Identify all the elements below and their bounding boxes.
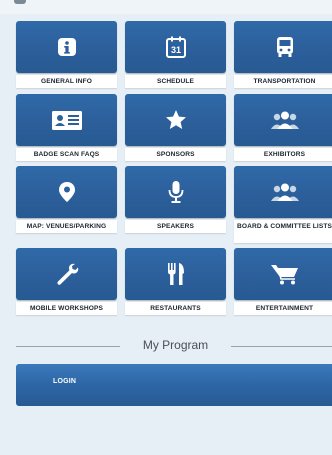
speakers-label: SPEAKERS [125, 220, 226, 233]
exhibitors-tile[interactable]: EXHIBITORS [234, 94, 332, 161]
bus-icon [276, 37, 293, 57]
status-indicator-icon [14, 0, 26, 4]
speakers-button[interactable] [125, 166, 226, 218]
schedule-tile[interactable]: 31 SCHEDULE [125, 21, 226, 88]
entertainment-tile[interactable]: ENTERTAINMENT [234, 248, 332, 315]
restaurants-button[interactable] [125, 248, 226, 300]
transportation-button[interactable] [234, 21, 332, 73]
people-icon [270, 111, 299, 129]
badge-icon [51, 111, 82, 130]
info-icon [57, 38, 76, 56]
board-committee-lists-tile[interactable]: BOARD & COMMITTEE LISTS [234, 166, 332, 243]
schedule-button[interactable]: 31 [125, 21, 226, 73]
calendar-day-text: 31 [170, 45, 180, 55]
exhibitors-label: EXHIBITORS [234, 148, 332, 161]
board-committee-lists-button[interactable] [234, 166, 332, 218]
transportation-label: TRANSPORTATION [234, 75, 332, 88]
entertainment-button[interactable] [234, 248, 332, 300]
calendar-icon: 31 [165, 36, 186, 58]
exhibitors-button[interactable] [234, 94, 332, 146]
top-strip [0, 0, 332, 14]
schedule-label: SCHEDULE [125, 75, 226, 88]
login-label: LOGIN [53, 378, 77, 385]
mobile-workshops-tile[interactable]: MOBILE WORKSHOPS [16, 248, 117, 315]
my-program-heading: My Program [142, 338, 209, 352]
login-button[interactable]: LOGIN [16, 364, 332, 406]
sponsors-label: SPONSORS [125, 148, 226, 161]
wrench-icon [56, 263, 78, 285]
map-venues-parking-button[interactable] [16, 166, 117, 218]
restaurants-label: RESTAURANTS [125, 302, 226, 315]
divider-line-right [231, 346, 332, 347]
mobile-workshops-label: MOBILE WORKSHOPS [16, 302, 117, 315]
cart-icon [270, 265, 298, 285]
my-program-divider: My Program [16, 337, 332, 355]
entertainment-label: ENTERTAINMENT [234, 302, 332, 315]
divider-line-left [16, 346, 120, 347]
badge-scan-faqs-tile[interactable]: BADGE SCAN FAQS [16, 94, 117, 161]
restaurants-tile[interactable]: RESTAURANTS [125, 248, 226, 315]
map-pin-icon [58, 182, 75, 202]
speakers-tile[interactable]: SPEAKERS [125, 166, 226, 233]
sponsors-button[interactable] [125, 94, 226, 146]
star-icon [165, 110, 186, 129]
sponsors-tile[interactable]: SPONSORS [125, 94, 226, 161]
fork-knife-icon [167, 263, 184, 285]
transportation-tile[interactable]: TRANSPORTATION [234, 21, 332, 88]
badge-scan-faqs-label: BADGE SCAN FAQS [16, 148, 117, 161]
general-info-tile[interactable]: GENERAL INFO [16, 21, 117, 88]
map-venues-parking-tile[interactable]: MAP: VENUES/PARKING [16, 166, 117, 233]
map-venues-parking-label: MAP: VENUES/PARKING [16, 220, 117, 233]
board-committee-lists-label: BOARD & COMMITTEE LISTS [234, 220, 332, 243]
general-info-button[interactable] [16, 21, 117, 73]
general-info-label: GENERAL INFO [16, 75, 117, 88]
badge-scan-faqs-button[interactable] [16, 94, 117, 146]
people-icon [270, 183, 299, 201]
microphone-icon [168, 181, 183, 203]
mobile-workshops-button[interactable] [16, 248, 117, 300]
